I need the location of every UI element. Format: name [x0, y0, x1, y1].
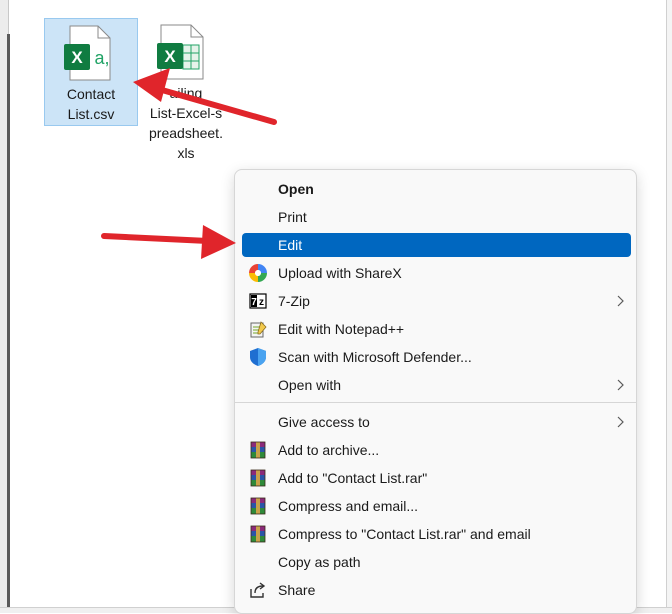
file-mailing-list-xls[interactable]: X ailing List-Excel-s preadsheet. xls	[140, 18, 232, 164]
file-name: ailing List-Excel-s preadsheet. xls	[149, 85, 223, 161]
winrar-icon	[250, 469, 266, 487]
window-left-border	[0, 0, 10, 612]
sharex-icon	[249, 264, 267, 282]
context-menu: Open Print Edit Upload with ShareX 7 z 7…	[234, 169, 637, 614]
svg-text:7: 7	[251, 297, 257, 308]
chevron-right-icon	[617, 416, 624, 428]
menu-item-label: 7-Zip	[278, 293, 310, 309]
menu-item-open-with[interactable]: Open with	[242, 373, 631, 397]
7zip-icon: 7 z	[249, 293, 267, 309]
winrar-icon	[250, 441, 266, 459]
file-contact-list-csv[interactable]: X a, Contact List.csv	[44, 18, 138, 126]
menu-item-add-to-rar[interactable]: Add to "Contact List.rar"	[242, 466, 631, 490]
svg-text:z: z	[259, 297, 264, 308]
defender-shield-icon	[250, 348, 266, 366]
winrar-icon	[250, 497, 266, 515]
svg-text:X: X	[164, 47, 176, 66]
winrar-icon	[250, 525, 266, 543]
menu-item-label: Add to archive...	[278, 442, 380, 458]
menu-item-label: Copy as path	[278, 554, 361, 570]
menu-item-share[interactable]: Share	[242, 578, 631, 602]
menu-item-label: Compress to "Contact List.rar" and email	[278, 526, 531, 542]
menu-separator	[235, 402, 636, 403]
menu-item-open[interactable]: Open	[242, 177, 631, 201]
excel-csv-icon: X a,	[64, 25, 111, 81]
window-left-edge	[7, 34, 10, 612]
arrow-to-edit-icon	[101, 225, 236, 259]
menu-item-label: Share	[278, 582, 316, 598]
menu-item-scan-defender[interactable]: Scan with Microsoft Defender...	[242, 345, 631, 369]
menu-item-label: Print	[278, 209, 307, 225]
menu-item-7zip[interactable]: 7 z 7-Zip	[242, 289, 631, 313]
menu-item-label: Give access to	[278, 414, 370, 430]
menu-item-upload-sharex[interactable]: Upload with ShareX	[242, 261, 631, 285]
menu-item-copy-as-path[interactable]: Copy as path	[242, 550, 631, 574]
svg-text:X: X	[71, 48, 83, 67]
file-name: Contact List.csv	[66, 86, 116, 122]
menu-item-label: Open with	[278, 377, 342, 393]
menu-item-print[interactable]: Print	[242, 205, 631, 229]
menu-item-edit[interactable]: Edit	[242, 233, 631, 257]
excel-xls-icon: X	[157, 24, 204, 80]
notepadpp-icon	[250, 321, 267, 338]
chevron-right-icon	[617, 379, 624, 391]
menu-item-label: Edit with Notepad++	[278, 321, 405, 337]
menu-item-add-to-archive[interactable]: Add to archive...	[242, 438, 631, 462]
window-right-border	[666, 0, 672, 612]
menu-item-label: Edit	[278, 237, 303, 253]
menu-item-give-access[interactable]: Give access to	[242, 410, 631, 434]
share-icon	[250, 582, 266, 598]
menu-item-compress-to-rar-email[interactable]: Compress to "Contact List.rar" and email	[242, 522, 631, 546]
menu-item-label: Open	[278, 181, 314, 197]
menu-item-label: Scan with Microsoft Defender...	[278, 349, 472, 365]
menu-item-label: Add to "Contact List.rar"	[278, 470, 428, 486]
menu-item-label: Compress and email...	[278, 498, 419, 514]
menu-item-label: Upload with ShareX	[278, 265, 402, 281]
svg-text:a,: a,	[94, 48, 109, 68]
chevron-right-icon	[617, 295, 624, 307]
menu-item-compress-email[interactable]: Compress and email...	[242, 494, 631, 518]
menu-item-edit-notepadpp[interactable]: Edit with Notepad++	[242, 317, 631, 341]
